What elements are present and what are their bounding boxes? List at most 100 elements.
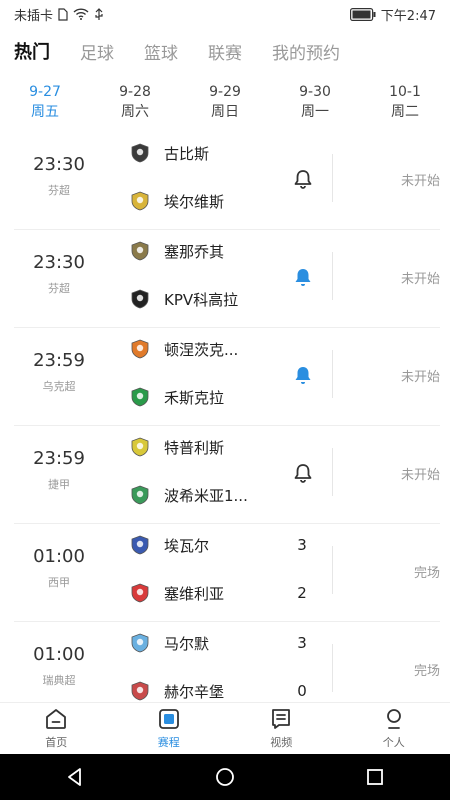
away-team-name: 赫尔辛堡 <box>164 682 225 701</box>
team-logo-icon <box>130 191 150 211</box>
away-team: 禾斯克拉 <box>130 384 224 410</box>
bell-icon[interactable] <box>292 266 314 288</box>
row-divider <box>332 546 333 594</box>
date-item[interactable]: 9-30 周一 <box>270 82 360 128</box>
date-item[interactable]: 10-1 周二 <box>360 82 450 128</box>
status-left: 未插卡 <box>14 5 104 24</box>
clock-text: 下午2:47 <box>380 8 436 24</box>
home-team: 塞那乔其 <box>130 238 224 264</box>
row-divider <box>332 350 333 398</box>
match-time: 01:00 <box>33 546 85 567</box>
date-day: 9-27 <box>29 84 61 100</box>
home-score: 3 <box>297 536 307 554</box>
date-weekday: 周六 <box>121 104 149 120</box>
away-team-name: 埃尔维斯 <box>164 192 225 211</box>
date-item[interactable]: 9-28 周六 <box>90 82 180 128</box>
away-score: 0 <box>297 682 307 700</box>
tab-hot[interactable]: 热门 <box>14 38 50 64</box>
bell-icon[interactable] <box>292 168 314 190</box>
away-score <box>294 384 310 410</box>
home-score <box>294 336 310 362</box>
away-score <box>294 482 310 508</box>
carrier-text: 未插卡 <box>14 8 54 24</box>
back-icon[interactable] <box>64 766 86 788</box>
match-status: 完场 <box>413 566 440 581</box>
away-score <box>294 188 310 214</box>
tab-football[interactable]: 足球 <box>80 39 114 64</box>
away-team: KPV科高拉 <box>130 286 238 312</box>
home-team-name: 古比斯 <box>164 144 210 163</box>
row-divider <box>332 252 333 300</box>
home-team-name: 顿涅茨克... <box>164 340 239 359</box>
team-logo-icon <box>130 387 150 407</box>
team-logo-icon <box>130 339 150 359</box>
date-weekday: 周日 <box>211 104 239 120</box>
team-logo-icon <box>130 633 150 653</box>
status-bar: 未插卡 下午2:47 <box>0 0 450 28</box>
nav-label: 赛程 <box>157 736 180 749</box>
match-status: 未开始 <box>400 370 440 385</box>
home-score <box>294 140 310 166</box>
nav-home[interactable]: 首页 <box>0 703 113 754</box>
match-row[interactable]: 23:30 芬超 塞那乔其 KPV科高拉 未开始 <box>14 230 440 328</box>
away-team-name: 禾斯克拉 <box>164 388 225 407</box>
battery-icon <box>349 7 376 21</box>
match-row[interactable]: 01:00 瑞典超 马尔默 赫尔辛堡 3 0 完场 <box>14 622 440 702</box>
category-tabs: 热门 足球 篮球 联赛 我的预约 <box>0 32 450 70</box>
bottom-nav: 首页 赛程 视频 个人 <box>0 702 450 754</box>
tab-my-reservations[interactable]: 我的预约 <box>272 39 340 64</box>
date-item[interactable]: 9-27 周五 <box>0 82 90 128</box>
home-icon <box>46 709 67 729</box>
nav-profile[interactable]: 个人 <box>338 703 450 754</box>
away-team: 塞维利亚 <box>130 580 224 606</box>
date-weekday: 周一 <box>301 104 329 120</box>
nav-label: 视频 <box>270 736 293 749</box>
match-row[interactable]: 01:00 西甲 埃瓦尔 塞维利亚 3 2 完场 <box>14 524 440 622</box>
team-logo-icon <box>130 437 150 457</box>
video-icon <box>272 709 291 729</box>
tab-league[interactable]: 联赛 <box>208 39 242 64</box>
home-team: 顿涅茨克... <box>130 336 238 362</box>
bell-icon[interactable] <box>292 364 314 386</box>
nav-label: 首页 <box>45 736 68 749</box>
home-team: 特普利斯 <box>130 434 224 460</box>
match-time: 01:00 <box>33 644 85 665</box>
date-weekday: 周五 <box>31 104 59 120</box>
team-logo-icon <box>130 143 150 163</box>
home-circle-icon[interactable] <box>214 766 236 788</box>
bell-icon[interactable] <box>292 462 314 484</box>
usb-icon <box>94 7 104 21</box>
match-time: 23:30 <box>33 252 85 273</box>
match-status: 未开始 <box>400 174 440 189</box>
home-score: 3 <box>297 634 307 652</box>
date-day: 10-1 <box>389 84 421 100</box>
team-logo-icon <box>130 535 150 555</box>
match-row[interactable]: 23:59 乌克超 顿涅茨克... 禾斯克拉 未开始 <box>14 328 440 426</box>
home-team-name: 马尔默 <box>164 634 210 653</box>
match-row[interactable]: 23:59 捷甲 特普利斯 波希米亚1... 未开始 <box>14 426 440 524</box>
away-team-name: 波希米亚1... <box>164 486 248 505</box>
away-team: 赫尔辛堡 <box>130 678 224 702</box>
away-team-name: 塞维利亚 <box>164 584 225 603</box>
recents-icon[interactable] <box>364 766 386 788</box>
team-logo-icon <box>130 583 150 603</box>
home-team: 古比斯 <box>130 140 209 166</box>
match-league: 乌克超 <box>42 380 76 393</box>
nav-schedule[interactable]: 赛程 <box>113 703 226 754</box>
away-team-name: KPV科高拉 <box>164 290 239 309</box>
home-team-name: 塞那乔其 <box>164 242 225 261</box>
away-score <box>294 286 310 312</box>
match-row[interactable]: 23:30 芬超 古比斯 埃尔维斯 未开始 <box>14 132 440 230</box>
row-divider <box>332 154 333 202</box>
date-item[interactable]: 9-29 周日 <box>180 82 270 128</box>
nav-video[interactable]: 视频 <box>225 703 338 754</box>
away-score: 2 <box>297 584 307 602</box>
match-status: 完场 <box>413 664 440 679</box>
team-logo-icon <box>130 241 150 261</box>
match-time: 23:30 <box>33 154 85 175</box>
tab-basketball[interactable]: 篮球 <box>144 39 178 64</box>
match-league: 芬超 <box>48 282 70 295</box>
date-day: 9-29 <box>209 84 241 100</box>
home-team: 埃瓦尔 <box>130 532 209 558</box>
team-logo-icon <box>130 289 150 309</box>
